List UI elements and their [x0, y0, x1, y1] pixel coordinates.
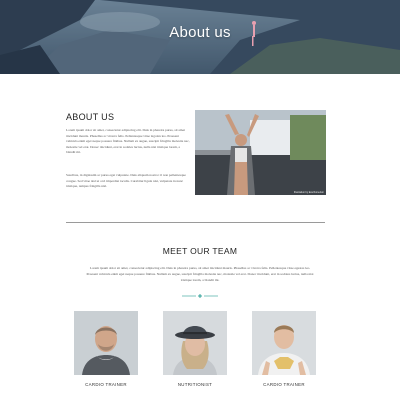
team-heading: MEET OUR TEAM	[162, 246, 238, 256]
team-description: Lorem ipsum dolor sit amet, consectetur …	[86, 266, 314, 282]
about-paragraph-1: Lorem ipsum dolor sit amet, consectetur …	[66, 128, 190, 155]
team-member-card: NUTRITIONIST	[163, 311, 227, 387]
member-photo	[252, 311, 316, 375]
team-member-card: CARDIO TRAINER	[74, 311, 138, 387]
about-photo: Illustration by Eva Romerton	[195, 110, 326, 195]
ornament-divider-icon	[182, 294, 218, 298]
page-title: About us	[169, 24, 231, 41]
member-role: CARDIO TRAINER	[85, 382, 127, 387]
member-photo	[74, 311, 138, 375]
about-heading: ABOUT US	[66, 112, 115, 122]
photo-caption: Illustration by Eva Romerton	[293, 191, 324, 194]
member-role: CARDIO TRAINER	[263, 382, 305, 387]
hero-banner: About us	[0, 0, 400, 74]
team-member-card: CARDIO TRAINER	[252, 311, 316, 387]
section-divider	[66, 222, 325, 223]
member-role: NUTRITIONIST	[177, 382, 213, 387]
member-photo	[163, 311, 227, 375]
about-paragraph-2: Suscibus, in dignissim ac purus eget vul…	[66, 173, 186, 189]
